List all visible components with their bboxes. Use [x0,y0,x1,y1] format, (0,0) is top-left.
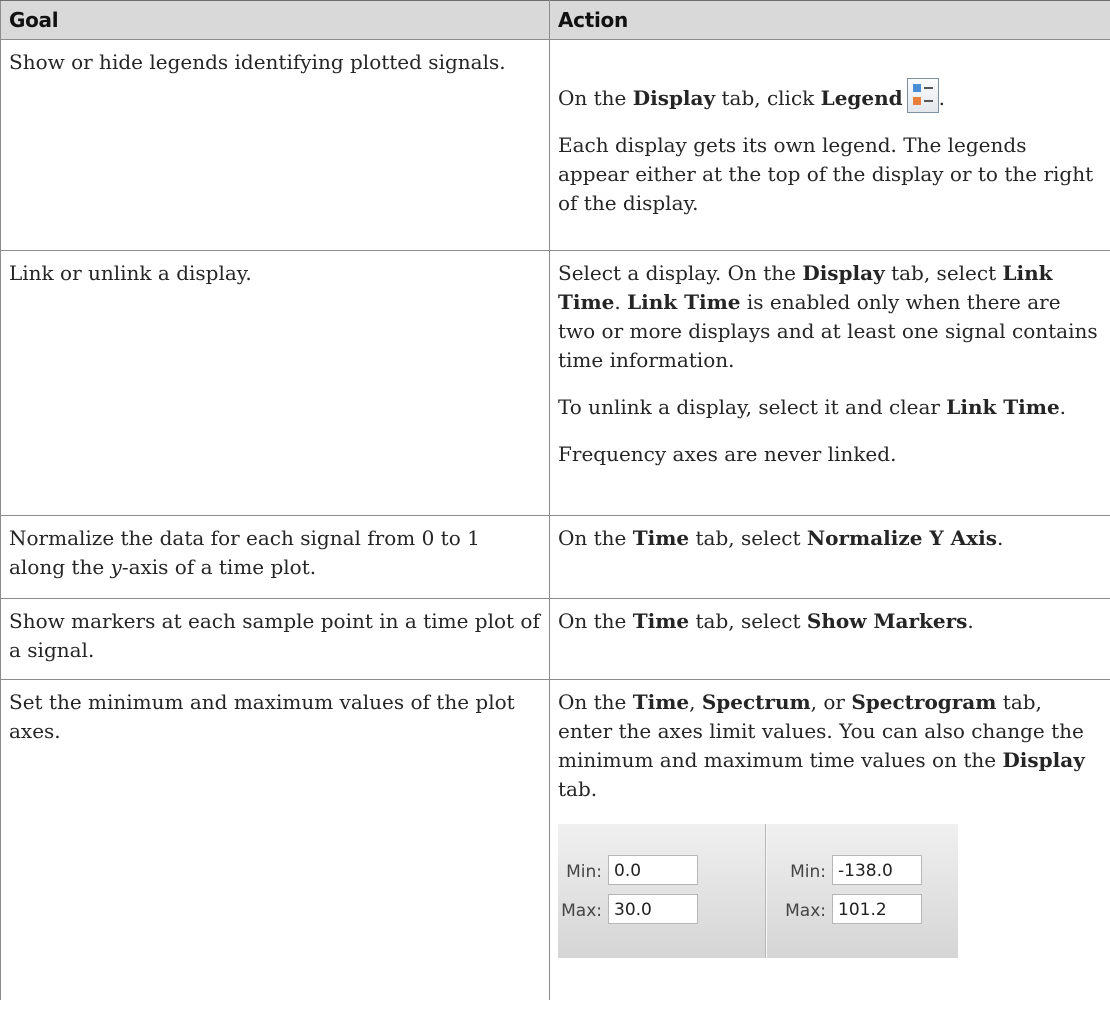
x-max-row: Max: 30.0 [558,894,765,928]
goal-text: Set the minimum and maximum values of th… [9,690,515,743]
y-min-row: Min: -138.0 [782,855,952,889]
legend-button-ref: Legend [820,86,903,110]
table-row: Show or hide legends identifying plotted… [0,39,1110,251]
action-text: On the Display tab, click Legend. [558,78,1102,113]
y-min-input[interactable]: -138.0 [832,855,922,885]
table-row: Link or unlink a display. Select a displ… [0,250,1110,516]
action-cell: Select a display. On the Display tab, se… [549,250,1110,516]
legend-icon [906,78,939,113]
x-min-row: Min: 0.0 [558,855,765,889]
panel-divider [765,824,767,958]
action-text: On the Time tab, select Normalize Y Axis… [558,526,1004,550]
action-text: On the Time tab, select Show Markers. [558,609,974,633]
table-row: Show markers at each sample point in a t… [0,598,1110,680]
min-label: Min: [566,862,602,882]
action-text: On the Time, Spectrum, or Spectrogram ta… [558,690,1085,801]
goal-cell: Set the minimum and maximum values of th… [0,679,550,1000]
min-label: Min: [790,862,826,882]
axes-limits-panel: Min: 0.0 Max: 30.0 Min: -138.0 Max: 101.… [558,824,958,958]
goal-cell: Show markers at each sample point in a t… [0,598,550,680]
table-row: Set the minimum and maximum values of th… [0,679,1110,1000]
display-tab-ref: Display [632,86,716,110]
goal-cell: Normalize the data for each signal from … [0,515,550,599]
action-text: Each display gets its own legend. The le… [558,133,1094,215]
y-max-input[interactable]: 101.2 [832,894,922,924]
action-text: Select a display. On the Display tab, se… [558,261,1098,372]
action-cell: On the Time tab, select Normalize Y Axis… [549,515,1110,599]
goal-text: Show markers at each sample point in a t… [9,609,540,662]
goal-text: Show or hide legends identifying plotted… [9,50,506,74]
action-text: Frequency axes are never linked. [558,442,897,466]
table-row: Normalize the data for each signal from … [0,515,1110,599]
goal-column-header: Goal [0,0,550,40]
goal-action-table: Goal Action Show or hide legends identif… [0,0,1110,1000]
goal-text: Normalize the data for each signal from … [9,526,480,579]
action-column-header: Action [549,0,1110,40]
goal-cell: Show or hide legends identifying plotted… [0,39,550,251]
goal-text: Link or unlink a display. [9,261,252,285]
header-row: Goal Action [0,0,1110,40]
x-max-input[interactable]: 30.0 [608,894,698,924]
max-label: Max: [561,901,602,921]
y-max-row: Max: 101.2 [782,894,952,928]
x-min-input[interactable]: 0.0 [608,855,698,885]
max-label: Max: [785,901,826,921]
action-cell: On the Time tab, select Show Markers. [549,598,1110,680]
action-cell: On the Time, Spectrum, or Spectrogram ta… [549,679,1110,1000]
action-text: To unlink a display, select it and clear… [558,395,1067,419]
goal-cell: Link or unlink a display. [0,250,550,516]
action-cell: On the Display tab, click Legend. Each d… [549,39,1110,251]
